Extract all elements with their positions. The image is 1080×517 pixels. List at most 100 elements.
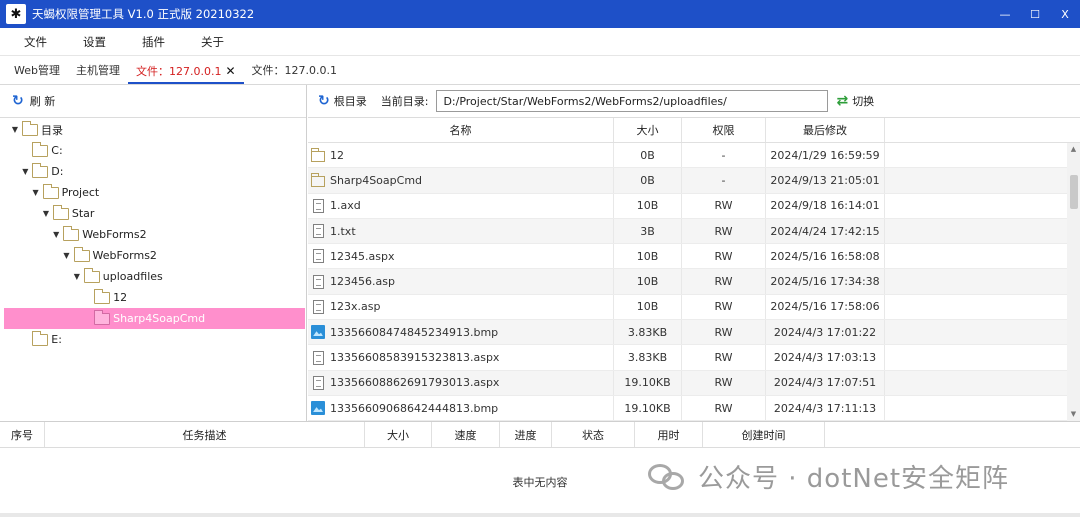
file-size-cell: 19.10KB [614, 395, 682, 421]
tree-node[interactable]: Sharp4SoapCmd [4, 308, 305, 329]
vertical-scrollbar[interactable]: ▲ ▼ [1067, 143, 1080, 421]
switch-icon[interactable]: ⇄ [836, 93, 848, 109]
close-tab-icon[interactable]: ✕ [225, 64, 235, 78]
file-name: 123x.asp [330, 300, 381, 314]
tab-label: 文件：127.0.0.1 [251, 64, 338, 77]
tree-node[interactable]: ▼ D: [4, 161, 305, 182]
horizontal-scrollbar[interactable] [0, 513, 1080, 517]
tree-node[interactable]: ▼ uploadfiles [4, 266, 305, 287]
task-col-desc[interactable]: 任务描述 [45, 422, 365, 447]
file-icon [313, 198, 324, 213]
col-perm[interactable]: 权限 [682, 118, 766, 142]
file-row[interactable]: 12345.aspx 10B RW 2024/5/16 16:58:08 [308, 244, 1080, 270]
file-row[interactable]: 123456.asp 10B RW 2024/5/16 17:34:38 [308, 269, 1080, 295]
tab-host-manage[interactable]: 主机管理 [68, 56, 128, 84]
file-perm-cell: RW [682, 320, 766, 345]
expanded-arrow-icon[interactable]: ▼ [62, 251, 72, 260]
expanded-arrow-icon[interactable]: ▼ [51, 230, 61, 239]
tab-files[interactable]: 文件：127.0.0.1 [244, 56, 345, 84]
image-file-icon [311, 401, 325, 416]
file-pane: ↻ 根目录 当前目录: ⇄ 切换 名称 大小 权限 最后修改 120B-2024… [308, 85, 1080, 422]
scroll-up-icon[interactable]: ▲ [1067, 143, 1080, 156]
folder-icon [63, 225, 80, 241]
tab-files-active[interactable]: 文件：127.0.0.1 ✕ [127, 56, 244, 84]
tree-node[interactable]: C: [4, 140, 305, 161]
folder-icon [42, 183, 59, 199]
file-row[interactable]: 13356609068642444813.bmp 19.10KB RW 2024/4/… [308, 395, 1080, 422]
file-table-header: 名称 大小 权限 最后修改 [308, 118, 1080, 143]
file-row[interactable]: Sharp4SoapCmd 0B -2024/9/13 21:05:01 [308, 168, 1080, 194]
file-row[interactable]: 123x.asp 10B RW 2024/5/16 17:58:06 [308, 294, 1080, 321]
refresh-icon: ↻ [12, 93, 24, 109]
scroll-down-icon[interactable]: ▼ [1067, 408, 1080, 421]
tree-node[interactable]: 12 [4, 287, 305, 308]
file-row[interactable]: 13356608474845234913.bmp 3.83KB RW 2024/4/3… [308, 320, 1080, 346]
file-modified-cell: 2024/9/18 16:14:01 [766, 193, 885, 218]
file-row[interactable]: 1.txt 3B RW 2024/4/24 17:42:15 [308, 218, 1080, 245]
col-modified[interactable]: 最后修改 [766, 118, 885, 142]
watermark-text: 公众号 · dotNet安全矩阵 [698, 464, 1010, 494]
expanded-arrow-icon[interactable]: ▼ [20, 167, 30, 176]
root-dir-button[interactable]: 根目录 [334, 93, 367, 109]
menu-file[interactable]: 文件 [6, 34, 65, 50]
file-name: Sharp4SoapCmd [330, 173, 423, 187]
menu-settings[interactable]: 设置 [65, 34, 124, 50]
file-name: 12 [330, 148, 344, 162]
tab-web-manage[interactable]: Web管理 [6, 56, 68, 84]
expanded-arrow-icon[interactable]: ▼ [72, 272, 82, 281]
file-row[interactable]: 12 0B -2024/1/29 16:59:59 [308, 143, 1080, 169]
task-col-time[interactable]: 用时 [635, 422, 703, 447]
minimize-button[interactable]: — [990, 0, 1020, 28]
task-col-created[interactable]: 创建时间 [703, 422, 825, 447]
tab-label: 主机管理 [75, 64, 120, 77]
file-perm-cell: RW [682, 193, 766, 218]
close-window-button[interactable]: X [1050, 0, 1080, 28]
task-col-index[interactable]: 序号 [0, 422, 45, 447]
file-size-cell: 3B [614, 218, 682, 244]
task-col-size[interactable]: 大小 [365, 422, 432, 447]
file-icon [313, 274, 324, 289]
file-name-cell: 13356608583915323813.aspx [308, 345, 614, 370]
tree-node[interactable]: ▼ Star [4, 203, 305, 224]
file-modified-cell: 2024/5/16 17:58:06 [766, 294, 885, 320]
tree-node[interactable]: ▼ WebForms2 [4, 245, 305, 266]
menu-plugins[interactable]: 插件 [124, 34, 183, 50]
tree-node[interactable]: E: [4, 329, 305, 350]
file-row[interactable]: 13356608862691793013.aspx 19.10KB RW 2024/4… [308, 370, 1080, 396]
col-name[interactable]: 名称 [308, 118, 614, 142]
file-modified-cell: 2024/9/13 21:05:01 [766, 168, 885, 193]
expanded-arrow-icon[interactable]: ▼ [41, 209, 51, 218]
scroll-thumb[interactable] [1070, 175, 1078, 209]
file-modified-cell: 2024/4/24 17:42:15 [766, 218, 885, 244]
maximize-button[interactable]: ☐ [1020, 0, 1050, 28]
tree-node-label: D: [51, 165, 64, 178]
directory-pane: ↻ 刷 新 ▼ 目录 C: ▼ D: ▼ Project ▼ Star ▼ WebForms2 ▼ We… [0, 85, 307, 421]
tab-bar: Web管理 主机管理 文件：127.0.0.1 ✕ 文件：127.0.0.1 [0, 56, 1080, 85]
refresh-button[interactable]: ↻ 刷 新 [0, 85, 306, 118]
expanded-arrow-icon[interactable]: ▼ [10, 125, 20, 134]
root-refresh-icon[interactable]: ↻ [318, 93, 330, 109]
task-col-status[interactable]: 状态 [552, 422, 635, 447]
switch-button[interactable]: 切换 [852, 93, 874, 109]
current-dir-input[interactable] [436, 90, 829, 112]
tree-node[interactable]: ▼ WebForms2 [4, 224, 305, 245]
task-col-progress[interactable]: 进度 [500, 422, 552, 447]
file-row[interactable]: 13356608583915323813.aspx 3.83KB RW 2024/4/… [308, 345, 1080, 371]
menu-about[interactable]: 关于 [183, 34, 242, 50]
tree-node[interactable]: ▼ Project [4, 182, 305, 203]
col-size[interactable]: 大小 [614, 118, 682, 142]
tree-node-label: 目录 [41, 123, 63, 137]
expanded-arrow-icon[interactable]: ▼ [31, 188, 41, 197]
file-modified-cell: 2024/5/16 16:58:08 [766, 244, 885, 269]
file-size-cell: 0B [614, 168, 682, 193]
file-icon [313, 299, 324, 314]
folder-icon [73, 246, 90, 262]
folder-icon [32, 162, 49, 178]
file-name: 1.axd [330, 199, 361, 213]
file-row[interactable]: 1.axd 10B RW 2024/9/18 16:14:01 [308, 193, 1080, 219]
tree-node[interactable]: ▼ 目录 [4, 119, 305, 140]
folder-icon [32, 330, 49, 346]
task-col-speed[interactable]: 速度 [432, 422, 500, 447]
file-name: 13356608862691793013.aspx [330, 376, 500, 390]
tab-label: 文件：127.0.0.1 [135, 65, 222, 78]
